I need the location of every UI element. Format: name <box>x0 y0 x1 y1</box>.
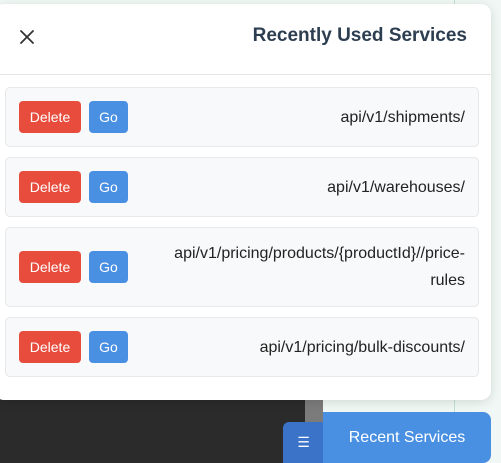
services-list: Delete Go api/v1/shipments/ Delete Go ap… <box>5 87 479 387</box>
delete-button[interactable]: Delete <box>19 251 81 283</box>
panel-header: Recently Used Services <box>0 4 491 75</box>
panel-title: Recently Used Services <box>252 25 467 46</box>
close-icon <box>20 30 34 44</box>
menu-icon: ☰ <box>297 434 310 450</box>
recent-services-panel: Recently Used Services Delete Go api/v1/… <box>0 4 491 400</box>
recent-services-label: Recent Services <box>348 428 466 446</box>
delete-button[interactable]: Delete <box>19 331 81 363</box>
service-path: api/v1/pricing/products/{productId}//pri… <box>174 245 465 289</box>
recent-services-button[interactable]: Recent Services <box>323 412 491 463</box>
list-item: Delete Go api/v1/pricing/bulk-discounts/ <box>5 317 479 377</box>
list-item: Delete Go api/v1/pricing/products/{produ… <box>5 227 479 307</box>
go-button[interactable]: Go <box>89 331 128 363</box>
service-path: api/v1/pricing/bulk-discounts/ <box>259 338 465 356</box>
go-button[interactable]: Go <box>89 171 128 203</box>
list-item: Delete Go api/v1/shipments/ <box>5 87 479 147</box>
go-button[interactable]: Go <box>89 101 128 133</box>
delete-button[interactable]: Delete <box>19 171 81 203</box>
background-dark-area <box>0 392 305 463</box>
close-button[interactable] <box>18 28 36 46</box>
service-path: api/v1/warehouses/ <box>327 178 465 196</box>
go-button[interactable]: Go <box>89 251 128 283</box>
recent-services-toggle-button[interactable]: ☰ <box>283 422 324 463</box>
service-path: api/v1/shipments/ <box>340 108 465 126</box>
delete-button[interactable]: Delete <box>19 101 81 133</box>
list-item: Delete Go api/v1/warehouses/ <box>5 157 479 217</box>
